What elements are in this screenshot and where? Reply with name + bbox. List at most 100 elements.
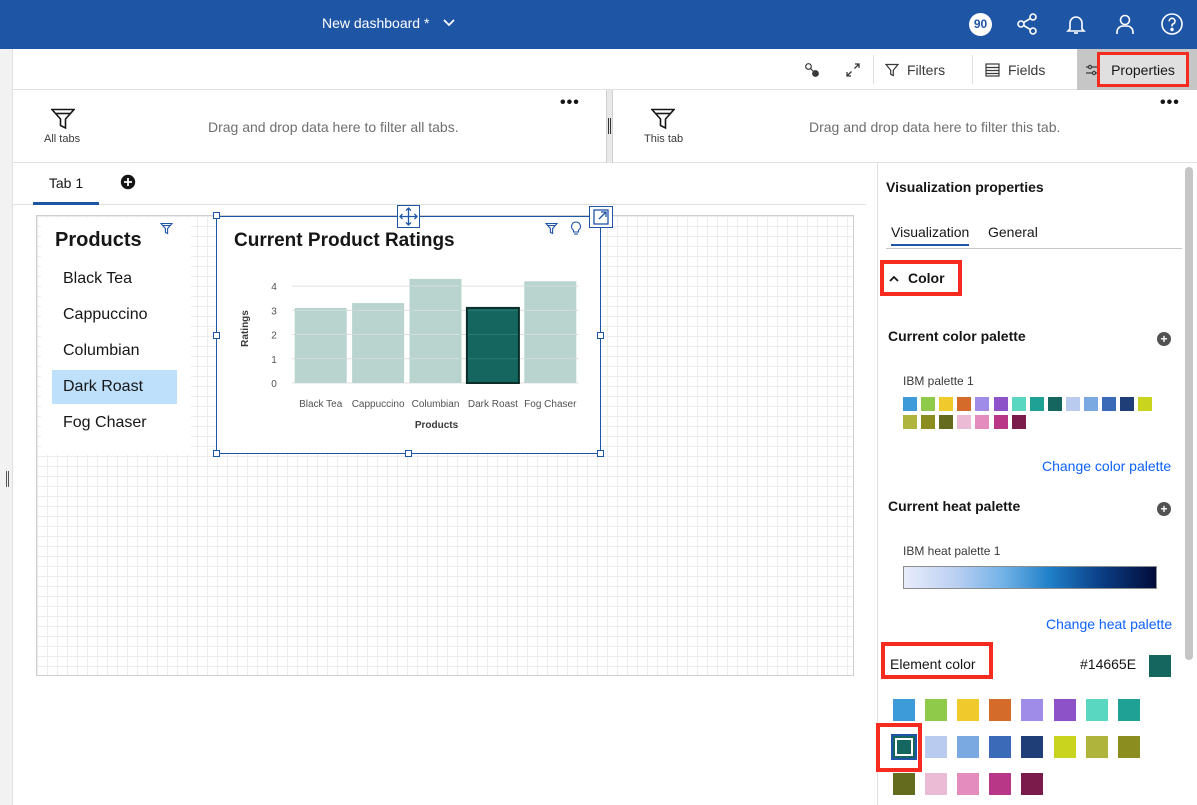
palette-swatch xyxy=(1138,397,1153,411)
element-color-option[interactable] xyxy=(989,773,1012,795)
list-item[interactable]: Fog Chaser xyxy=(52,406,177,440)
filter-icon[interactable] xyxy=(160,222,173,235)
y-axis-label: Ratings xyxy=(240,310,251,347)
element-color-value: #14665E xyxy=(1080,656,1137,672)
resize-handle[interactable] xyxy=(213,212,220,219)
bell-icon[interactable] xyxy=(1064,12,1088,36)
element-color-option[interactable] xyxy=(1085,699,1108,721)
palette-swatch xyxy=(957,397,972,411)
bar xyxy=(465,306,520,384)
element-color-option[interactable] xyxy=(957,773,980,795)
user-icon[interactable] xyxy=(1113,12,1137,36)
add-heat-palette-icon[interactable]: + xyxy=(1157,502,1171,516)
this-tab-filter-zone[interactable]: This tab Drag and drop data here to filt… xyxy=(613,90,1197,163)
panel-scrollbar[interactable] xyxy=(1185,167,1193,660)
palette-swatch xyxy=(975,397,990,411)
share-icon[interactable] xyxy=(1015,12,1039,36)
bar xyxy=(524,281,577,383)
change-heat-palette-link[interactable]: Change heat palette xyxy=(1046,616,1172,632)
heat-palette-gradient xyxy=(903,566,1157,589)
relationships-icon[interactable] xyxy=(804,49,820,90)
product-list-widget[interactable]: Products Black Tea Cappuccino Columbian … xyxy=(41,218,191,455)
tab-1[interactable]: Tab 1 xyxy=(33,163,99,205)
element-color-option[interactable] xyxy=(893,773,915,795)
filters-button[interactable]: Filters xyxy=(885,49,945,90)
fields-label: Fields xyxy=(1008,61,1046,78)
tab-visualization[interactable]: Visualization xyxy=(891,224,970,246)
resize-handle[interactable] xyxy=(213,332,220,339)
palette-swatch xyxy=(939,415,954,429)
add-color-palette-icon[interactable]: + xyxy=(1157,332,1171,346)
element-color-option[interactable] xyxy=(989,699,1012,721)
element-color-option[interactable] xyxy=(1117,736,1140,758)
resize-handle[interactable] xyxy=(405,450,412,457)
add-tab-icon[interactable] xyxy=(120,174,136,190)
color-section-toggle[interactable]: Color xyxy=(880,260,962,296)
resize-handle[interactable] xyxy=(597,450,604,457)
element-color-option[interactable] xyxy=(1021,773,1044,795)
list-item[interactable]: Dark Roast xyxy=(52,370,177,404)
list-item[interactable]: Cappuccino xyxy=(52,298,177,332)
filter-zone-splitter[interactable] xyxy=(606,90,613,163)
element-color-option[interactable] xyxy=(1021,736,1044,758)
element-color-option[interactable] xyxy=(1117,699,1140,721)
element-color-swatch[interactable] xyxy=(1149,655,1171,677)
element-color-option[interactable] xyxy=(925,699,948,721)
chevron-down-icon[interactable] xyxy=(442,16,456,35)
palette-swatch xyxy=(1011,397,1026,411)
y-tick-label: 3 xyxy=(271,306,277,317)
x-tick-label: Black Tea xyxy=(299,399,343,410)
fields-button[interactable]: Fields xyxy=(985,49,1045,90)
more-options-icon[interactable]: ••• xyxy=(1160,94,1180,112)
all-tabs-hint: Drag and drop data here to filter all ta… xyxy=(208,119,459,135)
element-color-option[interactable] xyxy=(957,699,980,721)
palette-swatch xyxy=(993,397,1008,411)
list-item[interactable]: Columbian xyxy=(52,334,177,368)
properties-button[interactable]: Properties xyxy=(1097,52,1189,87)
element-color-label-box: Element color xyxy=(881,642,993,679)
element-color-option[interactable] xyxy=(893,699,915,721)
move-handle[interactable] xyxy=(397,205,420,228)
dashboard-title[interactable]: New dashboard * xyxy=(322,15,429,31)
palette-swatch xyxy=(1011,415,1026,429)
more-options-icon[interactable]: ••• xyxy=(560,94,580,112)
maximize-icon xyxy=(593,209,609,225)
bar-chart-widget[interactable]: Current Product Ratings 0 1 2 3 4 Black Tea Ca… xyxy=(216,216,601,454)
element-color-option[interactable] xyxy=(989,736,1012,758)
app-header: New dashboard * 90 xyxy=(0,0,1197,49)
help-icon[interactable] xyxy=(1160,12,1184,36)
element-color-option[interactable] xyxy=(1085,736,1108,758)
list-item[interactable]: Black Tea xyxy=(52,262,177,296)
notification-count-badge[interactable]: 90 xyxy=(969,13,992,36)
element-color-option[interactable] xyxy=(957,736,980,758)
color-palette-title: Current color palette xyxy=(888,328,1026,344)
product-list-title: Products xyxy=(55,229,142,251)
maximize-handle[interactable] xyxy=(589,206,613,228)
panel-title: Visualization properties xyxy=(886,179,1044,195)
move-icon xyxy=(399,207,418,226)
element-color-option[interactable] xyxy=(1021,699,1044,721)
element-color-option[interactable] xyxy=(1053,699,1076,721)
element-color-option[interactable] xyxy=(1053,736,1076,758)
expand-icon[interactable] xyxy=(845,49,861,90)
y-tick-label: 1 xyxy=(271,355,277,366)
all-tabs-label: All tabs xyxy=(44,133,81,145)
all-tabs-filter-zone[interactable]: All tabs Drag and drop data here to filt… xyxy=(13,90,606,163)
bar xyxy=(409,278,462,383)
change-color-palette-link[interactable]: Change color palette xyxy=(1042,458,1171,474)
resize-handle[interactable] xyxy=(597,332,604,339)
element-color-option[interactable] xyxy=(925,736,948,758)
resize-grip-icon[interactable] xyxy=(6,471,9,487)
tab-general[interactable]: General xyxy=(988,224,1038,240)
palette-swatch xyxy=(903,397,917,411)
y-tick-label: 0 xyxy=(271,379,277,390)
x-tick-label: Fog Chaser xyxy=(524,399,577,410)
palette-swatch xyxy=(921,415,936,429)
resize-handle[interactable] xyxy=(213,450,220,457)
tab-bar: Tab 1 xyxy=(13,163,866,205)
palette-swatch xyxy=(957,415,972,429)
palette-swatch xyxy=(1120,397,1135,411)
palette-swatch xyxy=(1047,397,1062,411)
element-color-option[interactable] xyxy=(925,773,948,795)
filter-icon xyxy=(885,63,899,76)
